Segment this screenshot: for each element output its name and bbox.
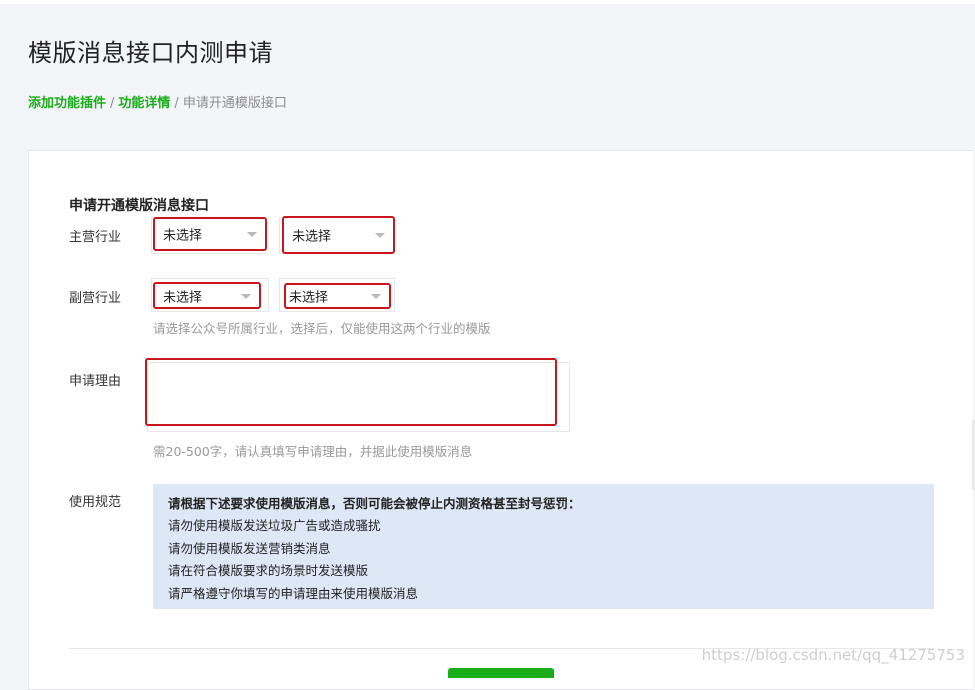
usage-rule-item: 请严格遵守你填写的申请理由来使用模版消息 bbox=[168, 585, 419, 601]
secondary-industry-select-1[interactable]: 未选择 bbox=[153, 282, 261, 309]
primary-industry-select-2[interactable]: 未选择 bbox=[282, 216, 395, 254]
usage-rules-label: 使用规范 bbox=[69, 495, 122, 510]
submit-button[interactable] bbox=[448, 668, 554, 678]
secondary-industry-label: 副营行业 bbox=[69, 291, 122, 306]
select-value: 未选择 bbox=[292, 229, 332, 245]
breadcrumb-link-add-plugin[interactable]: 添加功能插件 bbox=[28, 96, 106, 111]
secondary-industry-select-2[interactable]: 未选择 bbox=[284, 283, 391, 309]
application-form-card: 申请开通模版消息接口 主营行业 未选择 未选择 副营行业 未选择 未选择 请选择… bbox=[28, 150, 973, 690]
top-strip bbox=[0, 0, 975, 4]
select-value: 未选择 bbox=[163, 228, 203, 244]
chevron-down-icon bbox=[371, 294, 381, 299]
chevron-down-icon bbox=[241, 293, 251, 299]
secondary-industry-hint: 请选择公众号所属行业，选择后，仅能使用这两个行业的模版 bbox=[153, 321, 491, 336]
watermark: https://blog.csdn.net/qq_41275753 bbox=[701, 646, 965, 664]
usage-rules-notice: 请根据下述要求使用模版消息，否则可能会被停止内测资格甚至封号惩罚： 请勿使用模版… bbox=[153, 484, 934, 609]
breadcrumb-link-feature-detail[interactable]: 功能详情 bbox=[118, 96, 170, 111]
breadcrumb-separator: / bbox=[174, 96, 179, 111]
chevron-down-icon bbox=[375, 233, 385, 238]
usage-rule-item: 请勿使用模版发送营销类消息 bbox=[168, 540, 331, 556]
primary-industry-label: 主营行业 bbox=[69, 230, 122, 245]
usage-rule-item: 请勿使用模版发送垃圾广告或造成骚扰 bbox=[168, 518, 381, 533]
reason-textarea[interactable] bbox=[147, 360, 555, 424]
breadcrumb: 添加功能插件 / 功能详情 / 申请开通模版接口 bbox=[28, 92, 287, 111]
reason-hint: 需20-500字，请认真填写申请理由，并据此使用模版消息 bbox=[153, 444, 473, 459]
usage-rule-item: 请在符合模版要求的场景时发送模版 bbox=[168, 563, 369, 578]
page-title: 模版消息接口内测申请 bbox=[28, 39, 273, 67]
select-value: 未选择 bbox=[163, 290, 203, 305]
primary-industry-select-1[interactable]: 未选择 bbox=[153, 217, 267, 251]
reason-textarea-highlight bbox=[145, 358, 557, 426]
reason-label: 申请理由 bbox=[69, 374, 122, 389]
chevron-down-icon bbox=[247, 232, 257, 237]
form-section-title: 申请开通模版消息接口 bbox=[69, 198, 209, 214]
usage-rules-heading: 请根据下述要求使用模版消息，否则可能会被停止内测资格甚至封号惩罚： bbox=[168, 496, 581, 511]
breadcrumb-current: 申请开通模版接口 bbox=[182, 96, 287, 111]
select-value: 未选择 bbox=[289, 290, 329, 306]
breadcrumb-separator: / bbox=[110, 96, 115, 111]
